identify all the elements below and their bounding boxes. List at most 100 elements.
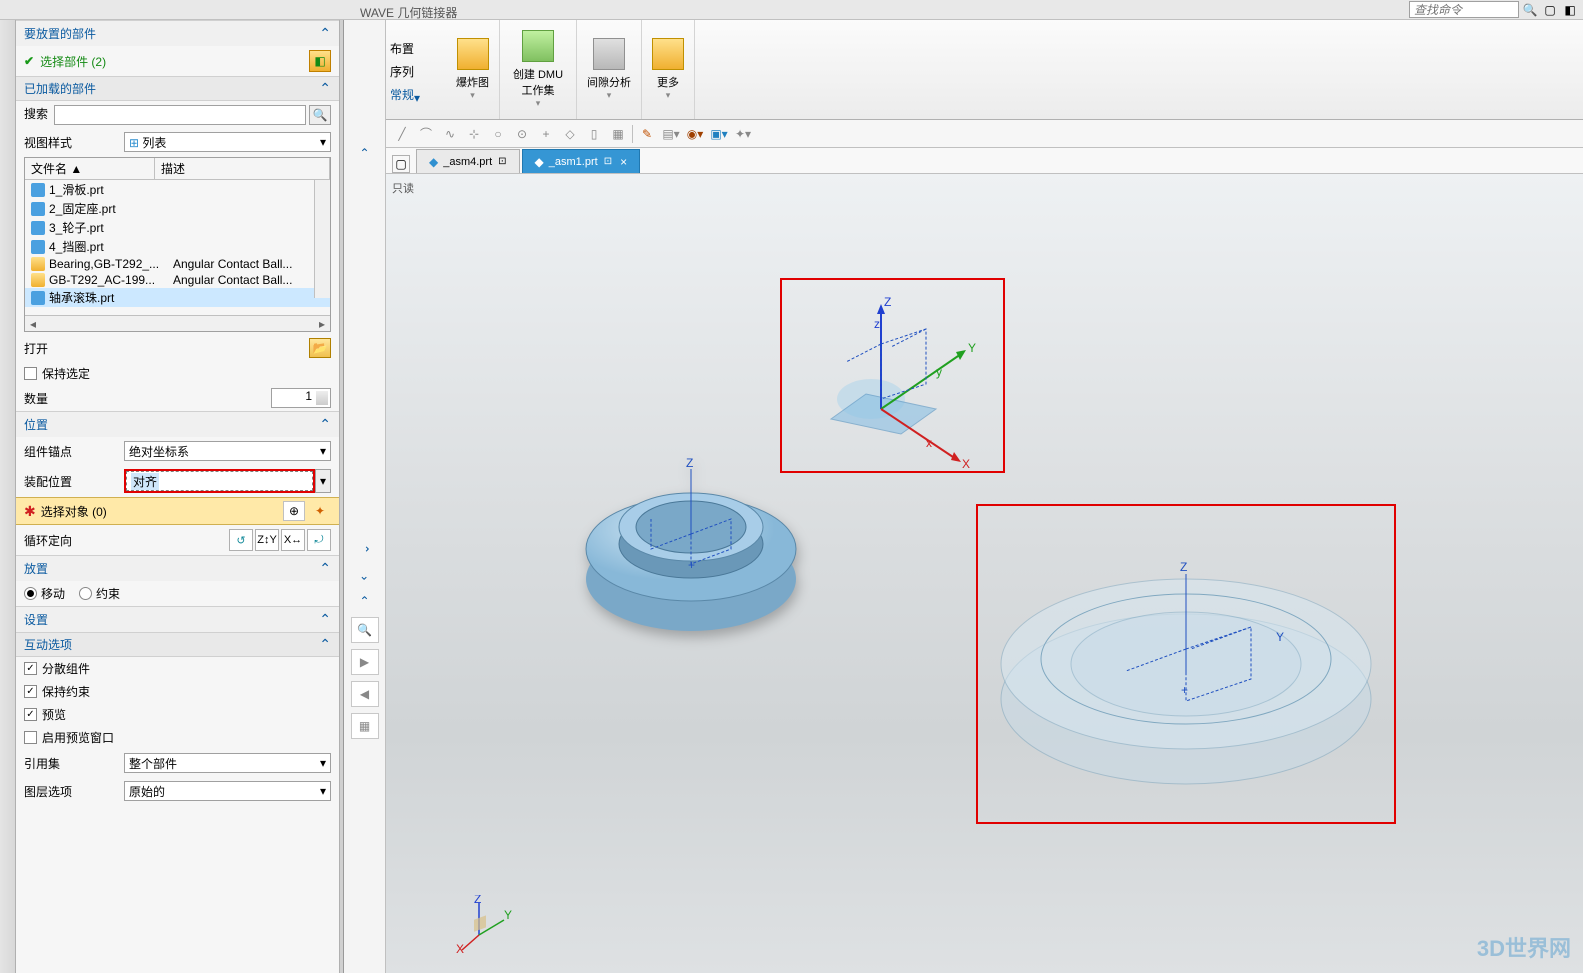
arc-tool-icon[interactable]: ⌒ bbox=[416, 124, 436, 144]
refset-select[interactable]: 整个部件▾ bbox=[124, 753, 331, 773]
zoom-tool-button[interactable]: 🔍 bbox=[351, 617, 379, 643]
col-filename[interactable]: 文件名 ▲ bbox=[25, 158, 155, 179]
ribbon-创建 DMU 工作集[interactable]: 创建 DMU 工作集▾ bbox=[500, 20, 577, 119]
graphics-toolbar: ╱ ⌒ ∿ ⊹ ○ ⊙ + ◇ ▯ ▦ ✎ ▤▾ ◉▾ ▣▾ ✦▾ bbox=[386, 120, 1583, 148]
layer-label: 图层选项 bbox=[24, 783, 124, 800]
enable-preview-checkbox[interactable] bbox=[24, 731, 37, 744]
window-icon-2[interactable]: ◧ bbox=[1561, 1, 1579, 19]
asm-position-select[interactable]: 对齐 bbox=[126, 471, 313, 491]
tab-_asm1.prt[interactable]: ◆_asm1.prt⊡× bbox=[522, 149, 641, 173]
material-icon[interactable]: ◉▾ bbox=[685, 124, 705, 144]
collapse-icon[interactable]: ⌃ bbox=[319, 611, 331, 628]
axis-icon[interactable]: ✦▾ bbox=[733, 124, 753, 144]
chevron-down-icon[interactable]: ⌃ bbox=[359, 568, 369, 582]
orient-reverse-button[interactable]: ⤾ bbox=[307, 529, 331, 551]
vscroll[interactable] bbox=[314, 180, 330, 298]
svg-text:y: y bbox=[936, 365, 942, 379]
asm-position-highlight: 对齐 bbox=[124, 469, 315, 493]
anchor-select[interactable]: 绝对坐标系▾ bbox=[124, 441, 331, 461]
collapse-icon[interactable]: ⌃ bbox=[319, 25, 331, 42]
tab-_asm4.prt[interactable]: ◆_asm4.prt⊡ bbox=[416, 149, 520, 173]
position-header[interactable]: 位置 ⌃ bbox=[16, 411, 339, 437]
ribbon-更多[interactable]: 更多▾ bbox=[642, 20, 695, 119]
plus-tool-icon[interactable]: + bbox=[536, 124, 556, 144]
tab-list-icon[interactable]: ▢ bbox=[392, 155, 410, 173]
qty-spinner[interactable]: 1 bbox=[271, 388, 331, 408]
orient-zy-button[interactable]: Z↕Y bbox=[255, 529, 279, 551]
select-component-row[interactable]: ✔ 选择部件 (2) ◧ bbox=[24, 50, 331, 72]
chevron-right-icon[interactable]: ⌃ bbox=[358, 544, 372, 554]
box-icon[interactable]: ▯ bbox=[584, 124, 604, 144]
cube-icon[interactable]: ▣▾ bbox=[709, 124, 729, 144]
table-row[interactable]: 4_挡圈.prt bbox=[25, 237, 330, 256]
cycle-orient-label: 循环定向 bbox=[24, 532, 72, 549]
settings-header[interactable]: 设置 ⌃ bbox=[16, 606, 339, 632]
table-row[interactable]: Bearing,GB-T292_...Angular Contact Ball.… bbox=[25, 256, 330, 272]
refset-label: 引用集 bbox=[24, 755, 124, 772]
preview-checkbox[interactable] bbox=[24, 708, 37, 721]
chevron-icon[interactable]: ⌃ bbox=[359, 146, 369, 160]
ribbon-爆炸图[interactable]: 爆炸图▾ bbox=[446, 20, 500, 119]
layer-select[interactable]: 原始的▾ bbox=[124, 781, 331, 801]
search-icon[interactable]: 🔍 bbox=[1521, 1, 1539, 19]
dropdown-arrow[interactable]: ▾ bbox=[315, 469, 331, 493]
readonly-label: 只读 bbox=[392, 180, 414, 196]
layers-icon[interactable]: ▤▾ bbox=[661, 124, 681, 144]
collapse-icon[interactable]: ⌃ bbox=[319, 560, 331, 577]
select-object-row[interactable]: ✱ 选择对象 (0) ⊕ ✦ bbox=[16, 497, 339, 525]
table-row[interactable]: 3_轮子.prt bbox=[25, 218, 330, 237]
document-tabs: ▢ ◆_asm4.prt⊡◆_asm1.prt⊡× bbox=[386, 148, 1583, 174]
brush-icon[interactable]: ✎ bbox=[637, 124, 657, 144]
view-triad: Z Y X bbox=[454, 895, 514, 955]
spline-tool-icon[interactable]: ∿ bbox=[440, 124, 460, 144]
command-search-input[interactable] bbox=[1409, 1, 1519, 18]
svg-text:+: + bbox=[688, 558, 695, 572]
left-rail bbox=[0, 20, 16, 973]
poly-icon[interactable]: ◇ bbox=[560, 124, 580, 144]
qty-label: 数量 bbox=[24, 390, 48, 407]
hscroll[interactable]: ◂▸ bbox=[25, 315, 330, 331]
collapse-icon[interactable]: ⌃ bbox=[319, 636, 331, 653]
place-header[interactable]: 放置 ⌃ bbox=[16, 555, 339, 581]
cycle-button[interactable]: ↺ bbox=[229, 529, 253, 551]
circle-tool-icon[interactable]: ○ bbox=[488, 124, 508, 144]
chevron-icon[interactable]: ⌃ bbox=[359, 594, 369, 608]
keep-constraint-checkbox[interactable] bbox=[24, 685, 37, 698]
svg-text:Z: Z bbox=[474, 895, 481, 906]
constrain-radio[interactable]: 约束 bbox=[79, 585, 120, 602]
graphics-canvas[interactable]: 只读 Z + bbox=[386, 174, 1583, 973]
csys-icon[interactable]: ✦ bbox=[309, 501, 331, 521]
nav-left-button[interactable]: ◀ bbox=[351, 681, 379, 707]
svg-text:Y: Y bbox=[1276, 630, 1284, 644]
grid-icon[interactable]: ▦ bbox=[608, 124, 628, 144]
point-icon[interactable]: ⊙ bbox=[512, 124, 532, 144]
scatter-checkbox[interactable] bbox=[24, 662, 37, 675]
table-row[interactable]: 2_固定座.prt bbox=[25, 199, 330, 218]
svg-text:z: z bbox=[874, 317, 880, 331]
col-description[interactable]: 描述 bbox=[155, 158, 330, 179]
view-style-select[interactable]: ⊞ 列表▾ bbox=[124, 132, 331, 152]
open-folder-button[interactable]: 📂 bbox=[309, 338, 331, 358]
watermark: 3D世界网 bbox=[1477, 931, 1571, 963]
nav-right-button[interactable]: ▶ bbox=[351, 649, 379, 675]
point-tool-icon[interactable]: ⊹ bbox=[464, 124, 484, 144]
table-row[interactable]: 1_滑板.prt bbox=[25, 180, 330, 199]
collapse-icon[interactable]: ⌃ bbox=[319, 80, 331, 97]
collapse-icon[interactable]: ⌃ bbox=[319, 416, 331, 433]
cube-icon[interactable]: ◧ bbox=[309, 50, 331, 72]
window-icon-1[interactable]: ▢ bbox=[1541, 1, 1559, 19]
keep-selected-checkbox[interactable] bbox=[24, 367, 37, 380]
svg-text:Y: Y bbox=[968, 341, 976, 355]
line-tool-icon[interactable]: ╱ bbox=[392, 124, 412, 144]
search-button[interactable]: 🔍 bbox=[309, 105, 331, 125]
loaded-parts-header[interactable]: 已加载的部件 ⌃ bbox=[16, 76, 339, 101]
table-row[interactable]: 轴承滚珠.prt bbox=[25, 288, 330, 307]
move-radio[interactable]: 移动 bbox=[24, 585, 65, 602]
ribbon-间隙分析[interactable]: 间隙分析▾ bbox=[577, 20, 642, 119]
grid-button[interactable]: ▦ bbox=[351, 713, 379, 739]
table-row[interactable]: GB-T292_AC-199...Angular Contact Ball... bbox=[25, 272, 330, 288]
pick-point-button[interactable]: ⊕ bbox=[283, 501, 305, 521]
orient-xy-button[interactable]: X↔ bbox=[281, 529, 305, 551]
interact-header[interactable]: 互动选项 ⌃ bbox=[16, 632, 339, 657]
part-search-input[interactable] bbox=[54, 105, 306, 125]
